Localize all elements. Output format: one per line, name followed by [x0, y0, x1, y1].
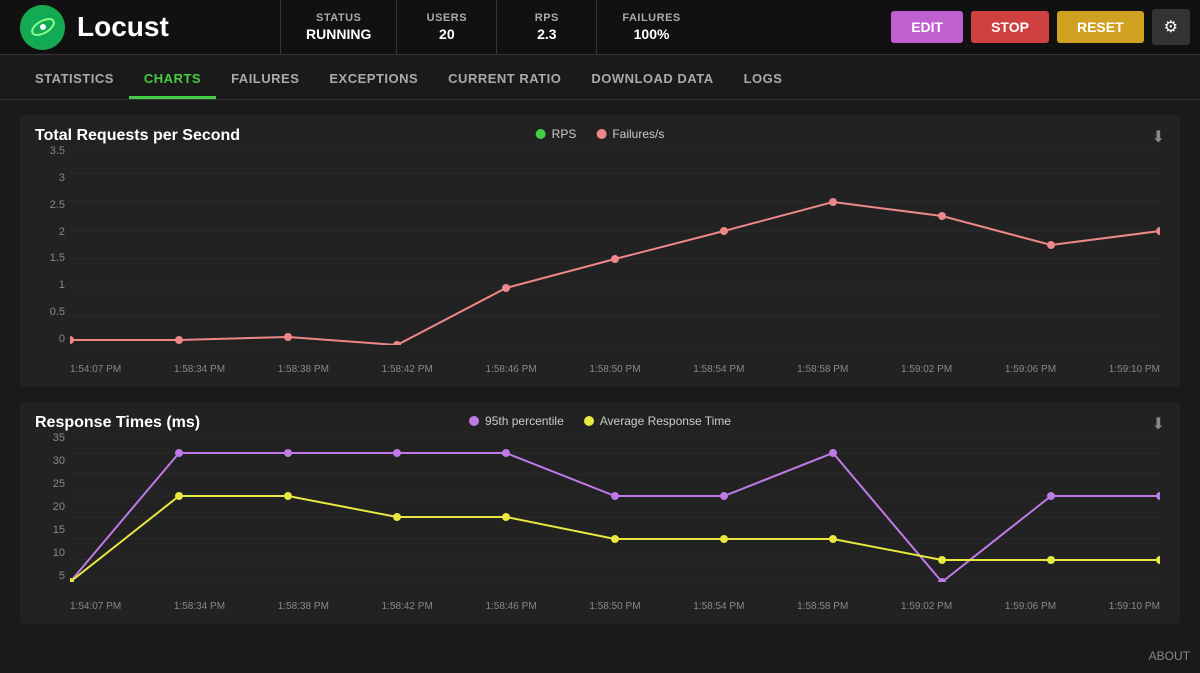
p95-dot	[469, 416, 479, 426]
chart1-download-icon[interactable]: ⬇	[1152, 127, 1165, 147]
header: Locust STATUS RUNNING USERS 20 RPS 2.3 F…	[0, 0, 1200, 55]
nav-download-data[interactable]: DOWNLOAD DATA	[576, 61, 728, 99]
reset-button[interactable]: RESET	[1057, 11, 1144, 43]
rps-item: RPS 2.3	[496, 0, 596, 54]
nav-current-ratio[interactable]: CURRENT RATIO	[433, 61, 576, 99]
chart1-x-axis: 1:54:07 PM 1:58:34 PM 1:58:38 PM 1:58:42…	[70, 364, 1160, 375]
chart2-y-axis: 35 30 25 20 15 10 5	[35, 432, 70, 582]
logo-icon	[20, 5, 65, 50]
users-label: USERS	[427, 12, 467, 24]
nav-failures[interactable]: FAILURES	[216, 61, 314, 99]
p95-legend-label: 95th percentile	[485, 414, 564, 428]
avg-legend-label: Average Response Time	[600, 414, 731, 428]
nav-statistics[interactable]: STATISTICS	[20, 61, 129, 99]
failures-label: FAILURES	[622, 12, 680, 24]
legend-avg: Average Response Time	[584, 414, 731, 428]
header-buttons: EDIT STOP RESET ⚙	[881, 9, 1200, 45]
stop-button[interactable]: STOP	[971, 11, 1049, 43]
status-item: STATUS RUNNING	[280, 0, 396, 54]
chart2-area: 35 30 25 20 15 10 5	[35, 432, 1165, 612]
rps-legend-label: RPS	[552, 127, 577, 141]
app-title: Locust	[77, 11, 169, 43]
nav-exceptions[interactable]: EXCEPTIONS	[314, 61, 433, 99]
avg-dot	[584, 416, 594, 426]
chart1-container: Total Requests per Second RPS Failures/s…	[20, 115, 1180, 387]
failures-value: 100%	[634, 26, 670, 42]
users-item: USERS 20	[396, 0, 496, 54]
rps-label: RPS	[535, 12, 559, 24]
failures-legend-label: Failures/s	[612, 127, 664, 141]
chart2-legend: 95th percentile Average Response Time	[469, 414, 731, 428]
nav: STATISTICS CHARTS FAILURES EXCEPTIONS CU…	[0, 55, 1200, 100]
chart1-area: 3.5 3 2.5 2 1.5 1 0.5 0	[35, 145, 1165, 375]
chart2-download-icon[interactable]: ⬇	[1152, 414, 1165, 434]
chart2-container: Response Times (ms) 95th percentile Aver…	[20, 402, 1180, 624]
nav-logs[interactable]: LOGS	[729, 61, 798, 99]
edit-button[interactable]: EDIT	[891, 11, 963, 43]
failures-dot	[596, 129, 606, 139]
chart1-svg-area	[70, 145, 1160, 345]
main-content: Total Requests per Second RPS Failures/s…	[0, 100, 1200, 673]
chart2-svg-area	[70, 432, 1160, 582]
legend-failures: Failures/s	[596, 127, 664, 141]
legend-95th: 95th percentile	[469, 414, 564, 428]
about-badge[interactable]: ABOUT	[1149, 649, 1190, 663]
status-label: STATUS	[316, 12, 361, 24]
settings-button[interactable]: ⚙	[1152, 9, 1190, 45]
rps-dot	[536, 129, 546, 139]
chart1-y-axis: 3.5 3 2.5 2 1.5 1 0.5 0	[35, 145, 70, 345]
chart1-title: Total Requests per Second	[35, 127, 240, 144]
chart1-legend: RPS Failures/s	[536, 127, 665, 141]
status-items: STATUS RUNNING USERS 20 RPS 2.3 FAILURES…	[280, 0, 881, 54]
nav-charts[interactable]: CHARTS	[129, 61, 216, 99]
chart2-x-axis: 1:54:07 PM 1:58:34 PM 1:58:38 PM 1:58:42…	[70, 601, 1160, 612]
rps-value: 2.3	[537, 26, 556, 42]
failures-item: FAILURES 100%	[596, 0, 705, 54]
legend-rps: RPS	[536, 127, 577, 141]
logo-area: Locust	[0, 5, 280, 50]
users-value: 20	[439, 26, 455, 42]
status-value: RUNNING	[306, 26, 371, 42]
chart2-title: Response Times (ms)	[35, 414, 200, 431]
